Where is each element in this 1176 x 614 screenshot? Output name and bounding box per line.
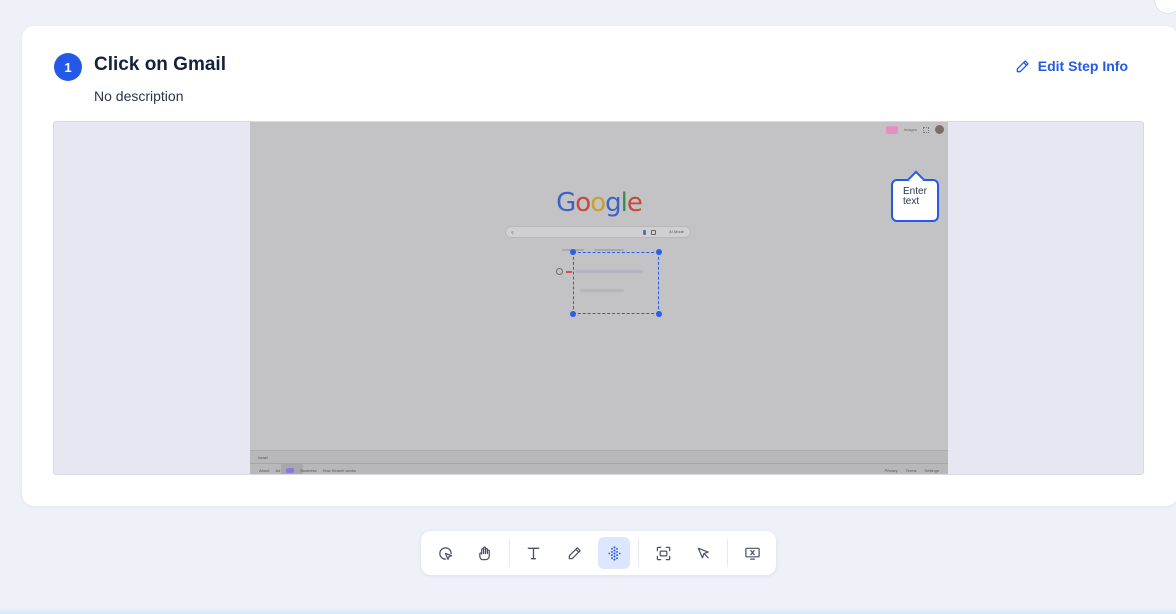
annotation-toolbar	[421, 531, 776, 575]
edit-step-info-label: Edit Step Info	[1037, 58, 1128, 74]
footer-country: Israel	[258, 455, 268, 460]
camera-icon	[651, 230, 656, 235]
bottom-edge-glow	[0, 608, 1176, 614]
avatar	[935, 125, 944, 134]
hover-hand-icon	[478, 545, 490, 560]
pointer-cursor-icon	[697, 547, 709, 558]
step-title: Click on Gmail	[94, 54, 226, 75]
click-cursor-icon	[438, 546, 452, 560]
capture-area-icon	[656, 546, 670, 560]
suggestion-marker	[566, 271, 572, 273]
blur-dots-icon	[607, 545, 621, 561]
tooltip-text[interactable]: Enter text	[903, 187, 937, 207]
pencil-icon	[1016, 59, 1029, 72]
blur-selection-box[interactable]	[570, 249, 662, 317]
gmail-link-highlight	[885, 125, 898, 134]
footer-right-links: Privacy Terms Settings	[884, 468, 939, 473]
toolbar-divider	[509, 539, 510, 567]
edit-step-info-button[interactable]: Edit Step Info	[1015, 58, 1128, 74]
blur-tool-button[interactable]	[598, 537, 630, 569]
search-icon: ⚲	[511, 229, 514, 235]
screenshot-stage: Images Google ⚲ AI Mode Enter text Israe…	[53, 121, 1144, 475]
screenshot-topbar: Images	[885, 125, 944, 134]
resize-handle-top-right[interactable]	[656, 249, 662, 255]
microphone-icon	[643, 230, 646, 235]
text-tool-button[interactable]	[517, 537, 549, 569]
step-tooltip[interactable]: Enter text	[891, 179, 939, 222]
pen-icon	[568, 546, 581, 559]
resize-handle-top-left[interactable]	[570, 249, 576, 255]
toolbar-divider	[638, 539, 639, 567]
images-link: Images	[903, 127, 917, 132]
remove-screen-icon	[744, 547, 760, 560]
text-icon	[527, 547, 539, 559]
step-description[interactable]: No description	[94, 88, 184, 104]
screenshot-footer: Israel About Ad Business How Search work…	[250, 450, 948, 474]
footer-divider	[250, 463, 948, 464]
click-tool-button[interactable]	[429, 537, 461, 569]
google-search-bar: ⚲ AI Mode	[505, 226, 691, 238]
ai-mode-label: AI Mode	[669, 229, 684, 234]
capture-area-button[interactable]	[647, 537, 679, 569]
toolbar-divider	[727, 539, 728, 567]
google-logo: Google	[556, 188, 643, 218]
hover-tool-button[interactable]	[469, 537, 501, 569]
apps-grid-icon	[923, 126, 929, 133]
step-card: 1 Click on Gmail No description Edit Ste…	[22, 26, 1176, 506]
captured-screenshot: Images Google ⚲ AI Mode Enter text Israe…	[250, 122, 948, 474]
resize-handle-bottom-right[interactable]	[656, 311, 662, 317]
resize-handle-bottom-left[interactable]	[570, 311, 576, 317]
pen-tool-button[interactable]	[558, 537, 590, 569]
footer-chip	[286, 468, 295, 473]
corner-button[interactable]	[1154, 0, 1176, 14]
pointer-tool-button[interactable]	[687, 537, 719, 569]
remove-screen-button[interactable]	[736, 537, 768, 569]
footer-left-links: About Ad Business How Search works	[259, 468, 356, 473]
suggestion-search-icon	[556, 268, 563, 275]
step-number-badge: 1	[54, 53, 82, 81]
